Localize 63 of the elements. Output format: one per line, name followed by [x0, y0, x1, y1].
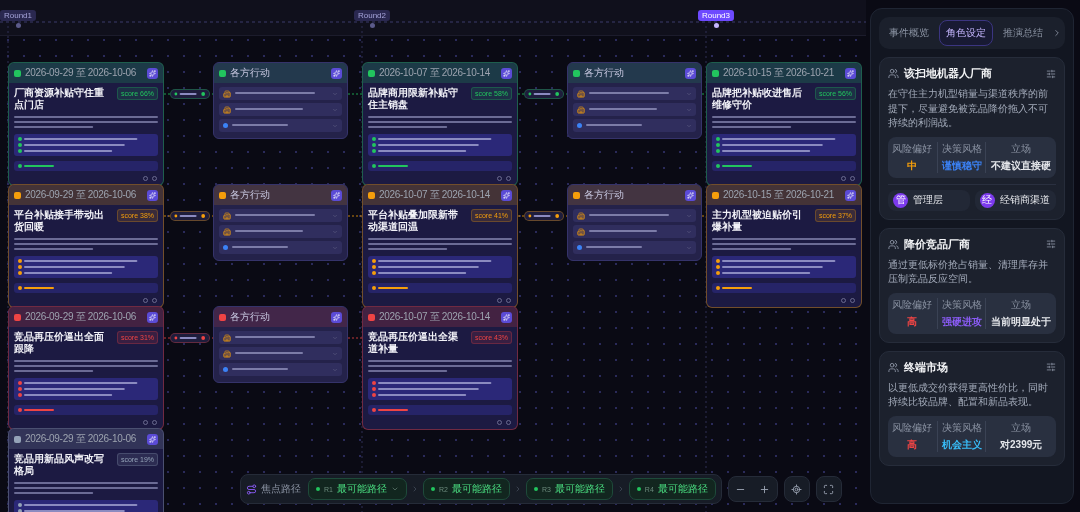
stat-label: 决策风格 — [941, 420, 982, 435]
node-title: 各方行动 — [230, 188, 271, 202]
scenario-title: 品牌把补贴收进售后维修守价 — [712, 87, 803, 111]
tag-avatar: 管 — [893, 192, 908, 208]
scenario-title: 平台补贴接手带动出货回暖 — [14, 209, 105, 233]
scenario-title: 竞品用新品风声改写格局 — [14, 453, 105, 477]
panel-tab[interactable]: 推演总结 — [995, 20, 1050, 46]
role-description: 以更低成交价获得更高性价比，同时持续比较品牌、配置和新品表现。 — [888, 380, 1049, 409]
stat-value: 机会主义 — [941, 437, 982, 452]
stat-value: 强硬进攻 — [941, 314, 982, 329]
node-title: 各方行动 — [230, 310, 271, 324]
scenario-title: 厂商资源补贴守住重点门店 — [14, 87, 105, 111]
action-node[interactable]: 各方行动 — [567, 184, 702, 261]
action-node[interactable]: 各方行动 — [213, 306, 348, 383]
stat-value: 当前明显处于 — [991, 314, 1052, 329]
scenario-title: 竞品再压价逼出全渠道补量 — [368, 331, 459, 355]
round-label[interactable]: Round1 — [0, 10, 36, 21]
stat-value: 高 — [907, 437, 918, 452]
role-name: 该扫地机器人厂商 — [904, 66, 993, 81]
date-range: 2026-10-07 至 2026-10-14 — [379, 188, 491, 202]
scenario-title: 品牌商用限新补贴守住主销盘 — [368, 87, 459, 111]
node-title: 各方行动 — [584, 188, 625, 202]
panel-tab[interactable]: 角色设定 — [938, 20, 994, 46]
round-label[interactable]: Round3 — [698, 10, 734, 21]
panel-tab[interactable]: 事件概览 — [882, 20, 937, 46]
date-range: 2026-09-29 至 2026-10-06 — [25, 310, 137, 324]
stat-value: 中 — [907, 158, 918, 173]
action-node[interactable]: 各方行动 — [213, 62, 348, 139]
tag-label: 经销商渠道 — [999, 193, 1050, 207]
stat-value: 不建议直接硬 — [991, 158, 1052, 173]
role-name: 降价竞品厂商 — [904, 236, 971, 252]
date-range: 2026-09-29 至 2026-10-06 — [25, 188, 137, 202]
stat-label: 决策风格 — [941, 141, 982, 156]
role-description: 在守住主力机型销量与渠道秩序的前提下，尽量避免被竞品降价拖入不可持续的利润战。 — [888, 87, 1049, 130]
round-label[interactable]: Round2 — [354, 10, 390, 21]
scenario-title: 主力机型被迫贴价引爆补量 — [712, 209, 803, 233]
stat-label: 风险偏好 — [892, 141, 933, 156]
scenario-title: 平台补贴叠加限新带动渠道回温 — [368, 209, 459, 233]
stat-value: 谨慎稳守 — [941, 158, 982, 173]
stat-label: 风险偏好 — [892, 420, 933, 435]
stat-label: 决策风格 — [941, 297, 982, 312]
action-node[interactable]: 各方行动 — [567, 62, 702, 139]
action-node[interactable]: 各方行动 — [213, 184, 348, 261]
scenario-title: 竞品再压价逼出全面跟降 — [14, 331, 105, 355]
node-title: 各方行动 — [230, 66, 271, 80]
stat-value: 高 — [907, 314, 918, 329]
node-title: 各方行动 — [584, 66, 625, 80]
date-range: 2026-10-07 至 2026-10-14 — [379, 66, 491, 80]
role-name: 终端市场 — [904, 359, 949, 375]
stat-label: 立场 — [1011, 141, 1032, 156]
focus-path-label: 焦点路径 — [261, 482, 301, 496]
stat-label: 立场 — [1011, 297, 1032, 312]
role-description: 通过更低标价抢占销量、清理库存并压制竞品反应空间。 — [888, 257, 1049, 286]
date-range: 2026-10-15 至 2026-10-21 — [723, 188, 835, 202]
stat-value: 对2399元 — [1000, 437, 1043, 452]
stat-label: 立场 — [1011, 420, 1032, 435]
date-range: 2026-10-07 至 2026-10-14 — [379, 310, 491, 324]
date-range: 2026-09-29 至 2026-10-06 — [25, 432, 137, 446]
date-range: 2026-09-29 至 2026-10-06 — [25, 66, 137, 80]
tag-label: 管理层 — [913, 193, 943, 207]
stat-label: 风险偏好 — [892, 297, 933, 312]
date-range: 2026-10-15 至 2026-10-21 — [723, 66, 835, 80]
tag-avatar: 经 — [979, 192, 995, 208]
